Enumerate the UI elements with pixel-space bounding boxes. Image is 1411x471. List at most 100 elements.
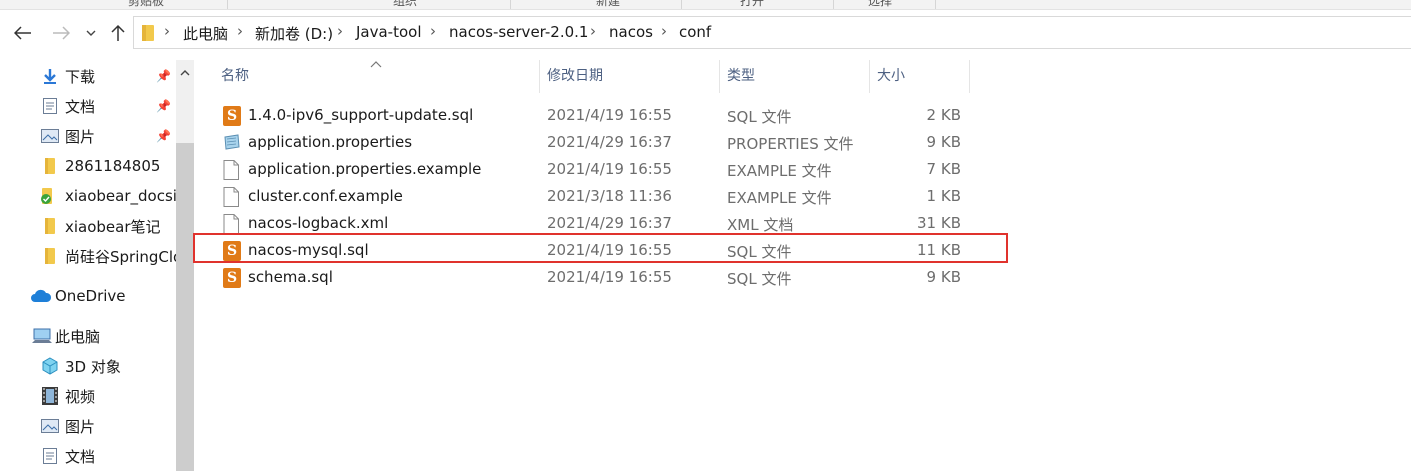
sidebar-item-label: 2861184805 (65, 157, 161, 175)
column-divider[interactable] (539, 60, 540, 93)
file-type: EXAMPLE 文件 (727, 189, 832, 207)
column-divider[interactable] (869, 60, 870, 93)
synced-folder-icon (39, 187, 57, 205)
sidebar-item-label: 视频 (65, 387, 96, 406)
pin-icon[interactable]: 📌 (156, 69, 171, 83)
folder-icon (142, 25, 154, 45)
file-type: SQL 文件 (727, 270, 792, 288)
sidebar-item-xiaobear-docsi[interactable]: xiaobear_docsi (0, 181, 176, 211)
sidebar-item-documents-pinned[interactable]: 文档 📌 (0, 91, 176, 121)
ribbon-strip: 剪贴板 组织 新建 打开 选择 (0, 0, 1411, 10)
file-date: 2021/4/19 16:55 (547, 106, 672, 124)
blank-file-icon (223, 160, 241, 180)
file-type: EXAMPLE 文件 (727, 162, 832, 180)
file-date: 2021/4/29 16:37 (547, 133, 672, 151)
download-arrow-icon (41, 67, 59, 85)
ribbon-separator (833, 0, 834, 9)
file-row[interactable]: cluster.conf.example 2021/3/18 11:36 EXA… (215, 183, 975, 210)
breadcrumb-separator: › (337, 22, 343, 40)
address-bar[interactable]: › 此电脑 › 新加卷 (D:) › Java-tool › nacos-ser… (133, 16, 1411, 49)
document-icon (41, 447, 59, 465)
breadcrumb-java-tool[interactable]: Java-tool (356, 23, 422, 41)
sidebar-item-xiaobear-notes[interactable]: xiaobear笔记 (0, 211, 176, 241)
sidebar-item-documents[interactable]: 文档 (0, 441, 176, 471)
cloud-icon (30, 287, 52, 305)
sidebar-item-label: 图片 (65, 127, 96, 146)
sidebar-item-label: 尚硅谷SpringClo (65, 247, 176, 266)
ribbon-group-clipboard[interactable]: 剪贴板 (128, 0, 164, 9)
sidebar-item-videos[interactable]: 视频 (0, 381, 176, 411)
file-type: PROPERTIES 文件 (727, 135, 854, 153)
pin-icon[interactable]: 📌 (156, 129, 171, 143)
breadcrumb-separator: › (237, 22, 243, 40)
blank-file-icon (223, 214, 241, 234)
sidebar-item-onedrive[interactable]: OneDrive (0, 281, 176, 311)
file-row[interactable]: S schema.sql 2021/4/19 16:55 SQL 文件 9 KB (215, 264, 975, 291)
sql-file-icon: S (223, 106, 241, 126)
pictures-icon (41, 127, 59, 145)
file-date: 2021/4/29 16:37 (547, 214, 672, 232)
breadcrumb-conf[interactable]: conf (679, 23, 711, 41)
sql-file-icon: S (223, 268, 241, 288)
sidebar-item-downloads[interactable]: 下载 📌 (0, 61, 176, 91)
film-icon (41, 387, 59, 405)
column-divider[interactable] (969, 60, 970, 93)
sidebar-item-this-pc[interactable]: 此电脑 (0, 321, 176, 351)
file-size: 2 KB (926, 106, 961, 124)
highlight-annotation-box (193, 233, 1008, 263)
ribbon-group-select[interactable]: 选择 (868, 0, 892, 9)
file-type: SQL 文件 (727, 108, 792, 126)
column-header-size[interactable]: 大小 (877, 60, 905, 93)
column-header-name[interactable]: 名称 (221, 60, 249, 93)
ribbon-separator (681, 0, 682, 9)
breadcrumb-drive-d[interactable]: 新加卷 (D:) (255, 23, 333, 44)
chevron-down-icon[interactable] (83, 22, 99, 44)
pictures-icon (41, 417, 59, 435)
sidebar-item-3d-objects[interactable]: 3D 对象 (0, 351, 176, 381)
file-size: 7 KB (926, 160, 961, 178)
blank-file-icon (223, 187, 241, 207)
breadcrumb-separator: › (590, 22, 596, 40)
scroll-up-icon[interactable] (176, 62, 194, 82)
file-name: 1.4.0-ipv6_support-update.sql (248, 106, 474, 124)
arrow-up-icon[interactable] (107, 22, 129, 44)
column-headers: 名称 修改日期 类型 大小 (195, 60, 975, 93)
ribbon-group-new[interactable]: 新建 (596, 0, 620, 9)
scrollbar-thumb[interactable] (176, 143, 194, 471)
document-icon (41, 97, 59, 115)
sidebar-item-springcloud[interactable]: 尚硅谷SpringClo (0, 241, 176, 271)
breadcrumb-this-pc[interactable]: 此电脑 (183, 23, 228, 44)
arrow-right-icon[interactable] (50, 22, 72, 44)
folder-icon (41, 217, 59, 235)
sidebar-item-label: 下载 (65, 67, 96, 86)
sidebar-item-pictures-pinned[interactable]: 图片 📌 (0, 121, 176, 151)
ribbon-group-open[interactable]: 打开 (740, 0, 764, 9)
sidebar-item-label: xiaobear笔记 (65, 217, 161, 236)
sidebar-item-label: 文档 (65, 447, 96, 466)
breadcrumb-nacos-server[interactable]: nacos-server-2.0.1 (449, 23, 588, 41)
sidebar-item-pictures[interactable]: 图片 (0, 411, 176, 441)
file-date: 2021/3/18 11:36 (547, 187, 672, 205)
breadcrumb-nacos[interactable]: nacos (609, 23, 653, 41)
column-divider[interactable] (719, 60, 720, 93)
file-date: 2021/4/19 16:55 (547, 268, 672, 286)
file-size: 9 KB (926, 133, 961, 151)
ribbon-separator (935, 0, 936, 9)
sidebar-item-label: OneDrive (55, 287, 126, 305)
ribbon-group-organize[interactable]: 组织 (393, 0, 417, 9)
computer-icon (32, 327, 52, 345)
navigation-pane: 下载 📌 文档 📌 图片 📌 2861184805 xiaobear_docsi… (0, 60, 176, 471)
file-size: 1 KB (926, 187, 961, 205)
file-row[interactable]: S 1.4.0-ipv6_support-update.sql 2021/4/1… (215, 102, 975, 129)
file-name: application.properties (248, 133, 413, 151)
folder-icon (41, 157, 59, 175)
sidebar-item-folder-2861184805[interactable]: 2861184805 (0, 151, 176, 181)
file-row[interactable]: application.properties 2021/4/29 16:37 P… (215, 129, 975, 156)
column-header-type[interactable]: 类型 (727, 60, 755, 93)
file-row[interactable]: application.properties.example 2021/4/19… (215, 156, 975, 183)
cube-3d-icon (41, 357, 59, 375)
sort-ascending-icon (370, 57, 382, 71)
arrow-left-icon[interactable] (12, 22, 34, 44)
pin-icon[interactable]: 📌 (156, 99, 171, 113)
column-header-date[interactable]: 修改日期 (547, 60, 603, 93)
